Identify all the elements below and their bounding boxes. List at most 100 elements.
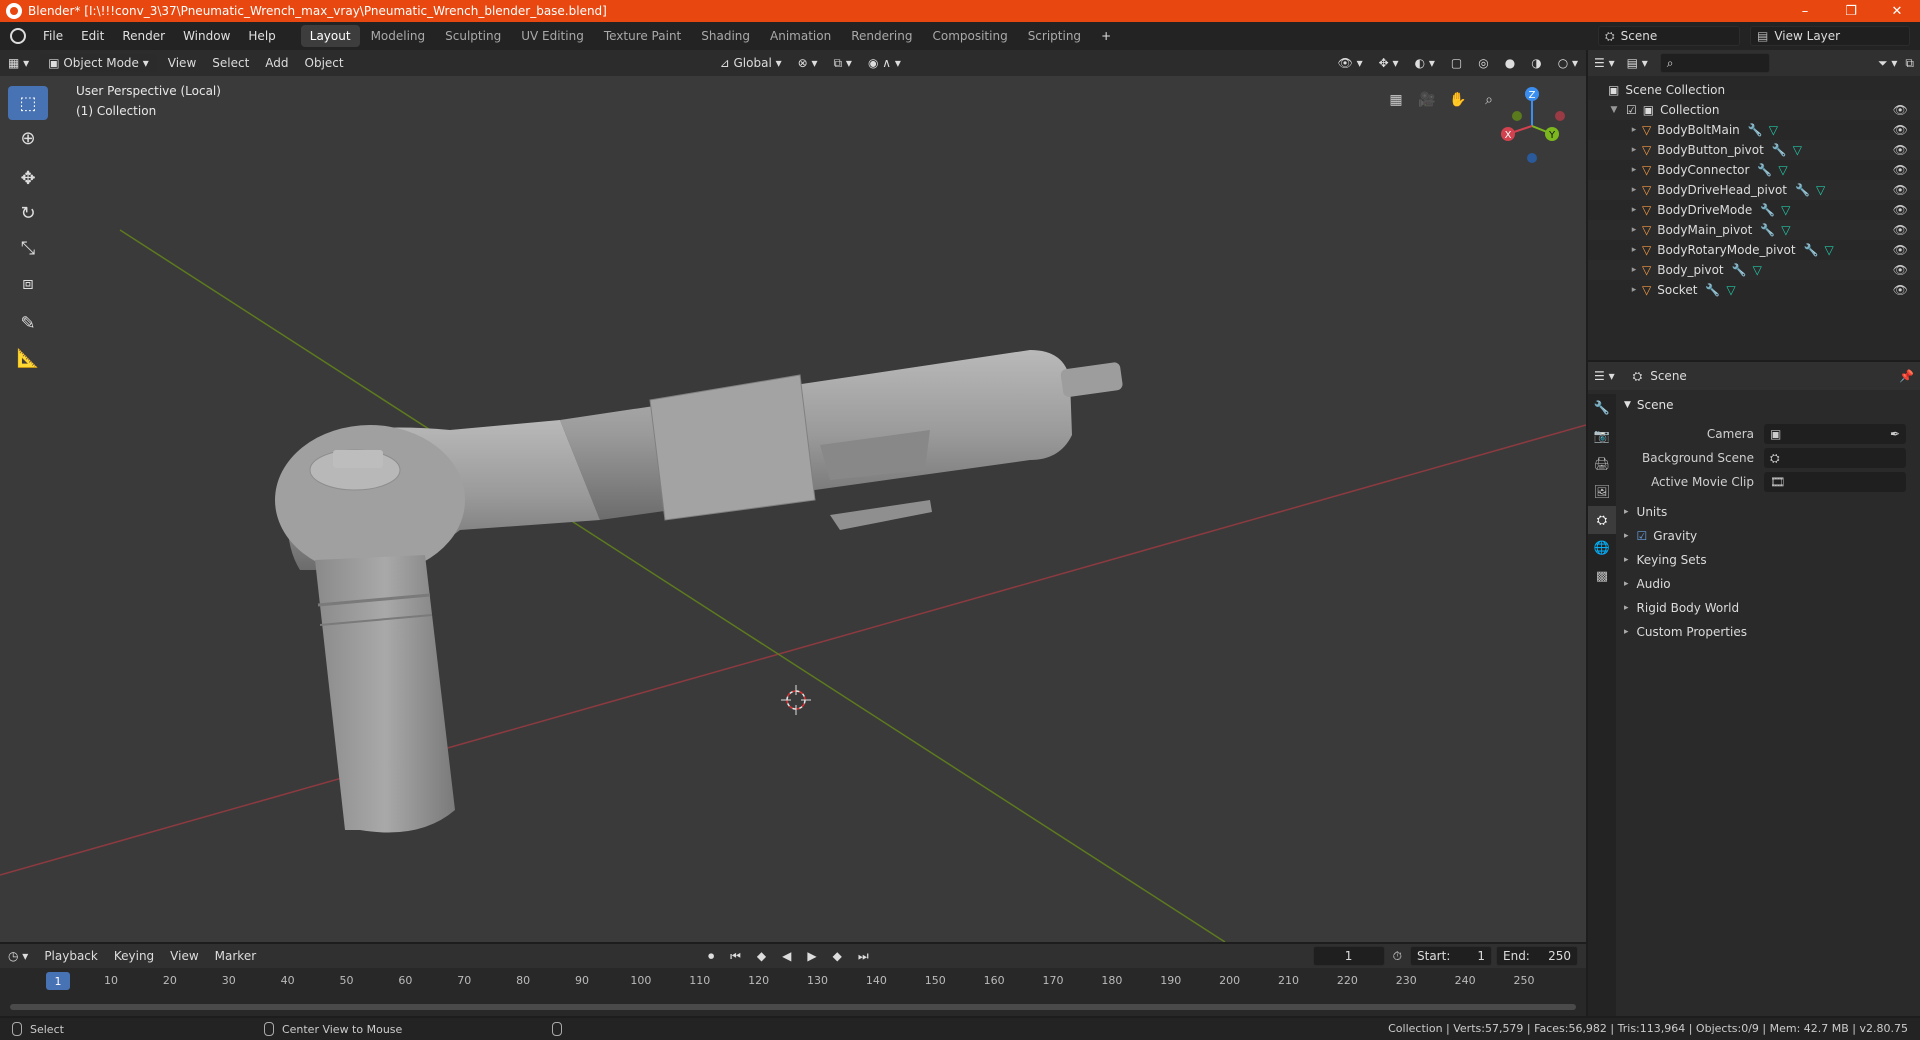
- viewport-menu-add[interactable]: Add: [257, 54, 296, 72]
- viewport-menu-object[interactable]: Object: [297, 54, 352, 72]
- mesh-data-icon[interactable]: ▽: [1778, 163, 1787, 177]
- object-mode-dropdown[interactable]: ▣ Object Mode ▾: [40, 54, 157, 72]
- filter-icon[interactable]: ⏷ ▾: [1878, 56, 1897, 71]
- xray-icon[interactable]: ▢: [1443, 54, 1470, 72]
- visibility-eye-icon[interactable]: 👁: [1893, 183, 1908, 197]
- subpanel-keying-sets[interactable]: ▸ Keying Sets: [1618, 548, 1920, 572]
- mesh-data-icon[interactable]: ▽: [1753, 263, 1762, 277]
- wireframe-shading-icon[interactable]: ◎: [1470, 54, 1496, 72]
- eyedropper-icon[interactable]: ✒: [1890, 427, 1900, 441]
- menu-render[interactable]: Render: [113, 29, 174, 43]
- timeline-scrollbar[interactable]: [10, 1004, 1576, 1010]
- camera-field[interactable]: ▣ ✒: [1764, 424, 1906, 444]
- tool-tab-icon[interactable]: 🔧: [1588, 394, 1616, 422]
- gravity-checkbox[interactable]: ☑: [1637, 529, 1648, 543]
- gizmo-toggle-icon[interactable]: ✥ ▾: [1371, 54, 1407, 72]
- 3d-viewport[interactable]: ▦ ▾ ▣ Object Mode ▾ View Select Add Object …: [0, 50, 1586, 942]
- modifier-wrench-icon[interactable]: 🔧: [1732, 263, 1747, 277]
- new-collection-icon[interactable]: ⧉: [1905, 56, 1914, 71]
- expand-arrow-icon[interactable]: ▸: [1628, 185, 1640, 195]
- snap-icon[interactable]: ⧉ ▾: [826, 54, 860, 73]
- mesh-data-icon[interactable]: ▽: [1816, 183, 1825, 197]
- play-icon[interactable]: ▶: [799, 949, 824, 963]
- pan-hand-icon[interactable]: ✋: [1444, 86, 1472, 114]
- toggle-grid-icon[interactable]: ▦: [1382, 86, 1410, 114]
- mesh-data-icon[interactable]: ▽: [1769, 123, 1778, 137]
- tab-rendering[interactable]: Rendering: [842, 25, 921, 47]
- tab-shading[interactable]: Shading: [692, 25, 759, 47]
- move-tool-icon[interactable]: ✥: [8, 161, 48, 195]
- subpanel-units[interactable]: ▸ Units: [1618, 500, 1920, 524]
- measure-tool-icon[interactable]: 📐: [8, 341, 48, 375]
- menu-file[interactable]: File: [34, 29, 72, 43]
- jump-start-icon[interactable]: ⏮: [722, 949, 749, 964]
- visibility-eye-icon[interactable]: 👁: [1893, 143, 1908, 157]
- expand-arrow-icon[interactable]: ▸: [1628, 145, 1640, 155]
- blender-menu-icon[interactable]: [10, 28, 26, 44]
- world-tab-icon[interactable]: 🌐: [1588, 534, 1616, 562]
- expand-arrow-icon[interactable]: ▸: [1628, 165, 1640, 175]
- texture-tab-icon[interactable]: ▩: [1588, 562, 1616, 590]
- checkbox-icon[interactable]: ☑: [1626, 103, 1637, 117]
- outliner-object-row[interactable]: ▸ ▽ BodyButton_pivot 🔧 ▽ 👁: [1588, 140, 1920, 160]
- minimize-button[interactable]: –: [1782, 0, 1828, 22]
- outliner-object-row[interactable]: ▸ ▽ Body_pivot 🔧 ▽ 👁: [1588, 260, 1920, 280]
- modifier-wrench-icon[interactable]: 🔧: [1795, 183, 1810, 197]
- viewport-menu-select[interactable]: Select: [204, 54, 257, 72]
- record-icon[interactable]: ⏺: [700, 949, 722, 964]
- pivot-icon[interactable]: ⊗ ▾: [790, 54, 826, 72]
- visibility-eye-icon[interactable]: 👁: [1893, 243, 1908, 257]
- proportional-edit-icon[interactable]: ◉ ∧ ▾: [860, 54, 909, 72]
- tab-layout[interactable]: Layout: [300, 25, 360, 47]
- expand-arrow-icon[interactable]: ▸: [1628, 225, 1640, 235]
- outliner-object-row[interactable]: ▸ ▽ BodyMain_pivot 🔧 ▽ 👁: [1588, 220, 1920, 240]
- mesh-data-icon[interactable]: ▽: [1781, 203, 1790, 217]
- subpanel-gravity[interactable]: ▸ ☑ Gravity: [1618, 524, 1920, 548]
- mesh-data-icon[interactable]: ▽: [1793, 143, 1802, 157]
- prev-keyframe-icon[interactable]: ◆: [749, 949, 774, 963]
- end-frame-field[interactable]: End: 250: [1496, 946, 1578, 966]
- modifier-wrench-icon[interactable]: 🔧: [1760, 223, 1775, 237]
- tab-modeling[interactable]: Modeling: [362, 25, 435, 47]
- frame-ruler[interactable]: 1 10 20 30 40 50 60 70 80 90 100 110 120 130 140 150 160…: [0, 970, 1586, 992]
- select-box-tool-icon[interactable]: ⬚: [8, 86, 48, 120]
- add-workspace-button[interactable]: +: [1092, 29, 1120, 43]
- expand-arrow-icon[interactable]: ▸: [1628, 205, 1640, 215]
- scene-panel-header[interactable]: ▼ Scene: [1618, 394, 1920, 416]
- start-frame-field[interactable]: Start: 1: [1410, 946, 1492, 966]
- transform-orientation-dropdown[interactable]: ⊿ Global ▾: [712, 54, 790, 72]
- view-layer-tab-icon[interactable]: 🖼: [1588, 478, 1616, 506]
- outliner-object-row[interactable]: ▸ ▽ BodyRotaryMode_pivot 🔧 ▽ 👁: [1588, 240, 1920, 260]
- view-layer-selector[interactable]: ▤ View Layer: [1750, 26, 1910, 46]
- overlay-toggle-icon[interactable]: ◐ ▾: [1407, 54, 1443, 72]
- rendered-shading-icon[interactable]: ○ ▾: [1550, 54, 1586, 72]
- subpanel-audio[interactable]: ▸ Audio: [1618, 572, 1920, 596]
- menu-window[interactable]: Window: [174, 29, 239, 43]
- modifier-wrench-icon[interactable]: 🔧: [1705, 283, 1720, 297]
- subpanel-rigid-body-world[interactable]: ▸ Rigid Body World: [1618, 596, 1920, 620]
- timeline-menu-playback[interactable]: Playback: [36, 949, 106, 963]
- subpanel-custom-properties[interactable]: ▸ Custom Properties: [1618, 620, 1920, 644]
- solid-shading-icon[interactable]: ●: [1497, 54, 1523, 72]
- visibility-eye-icon[interactable]: 👁: [1893, 223, 1908, 237]
- current-frame-marker[interactable]: 1: [46, 972, 70, 990]
- collection-row[interactable]: ▼ ☑ ▣ Collection 👁: [1588, 100, 1920, 120]
- expand-arrow-icon[interactable]: ▸: [1628, 245, 1640, 255]
- navigation-gizmo[interactable]: Z Y X: [1494, 86, 1570, 166]
- jump-end-icon[interactable]: ⏭: [850, 949, 877, 964]
- tab-compositing[interactable]: Compositing: [923, 25, 1016, 47]
- outliner-object-row[interactable]: ▸ ▽ BodyDriveHead_pivot 🔧 ▽ 👁: [1588, 180, 1920, 200]
- material-shading-icon[interactable]: ◑: [1523, 54, 1549, 72]
- modifier-wrench-icon[interactable]: 🔧: [1757, 163, 1772, 177]
- scene-collection-row[interactable]: ▣ Scene Collection: [1588, 80, 1920, 100]
- modifier-wrench-icon[interactable]: 🔧: [1760, 203, 1775, 217]
- menu-edit[interactable]: Edit: [72, 29, 113, 43]
- expand-arrow-icon[interactable]: ▸: [1628, 285, 1640, 295]
- pin-icon[interactable]: 📌: [1899, 369, 1914, 383]
- render-tab-icon[interactable]: 📷: [1588, 422, 1616, 450]
- modifier-wrench-icon[interactable]: 🔧: [1748, 123, 1763, 137]
- outliner-object-row[interactable]: ▸ ▽ BodyConnector 🔧 ▽ 👁: [1588, 160, 1920, 180]
- outliner-object-row[interactable]: ▸ ▽ Socket 🔧 ▽ 👁: [1588, 280, 1920, 300]
- mesh-data-icon[interactable]: ▽: [1781, 223, 1790, 237]
- mesh-data-icon[interactable]: ▽: [1726, 283, 1735, 297]
